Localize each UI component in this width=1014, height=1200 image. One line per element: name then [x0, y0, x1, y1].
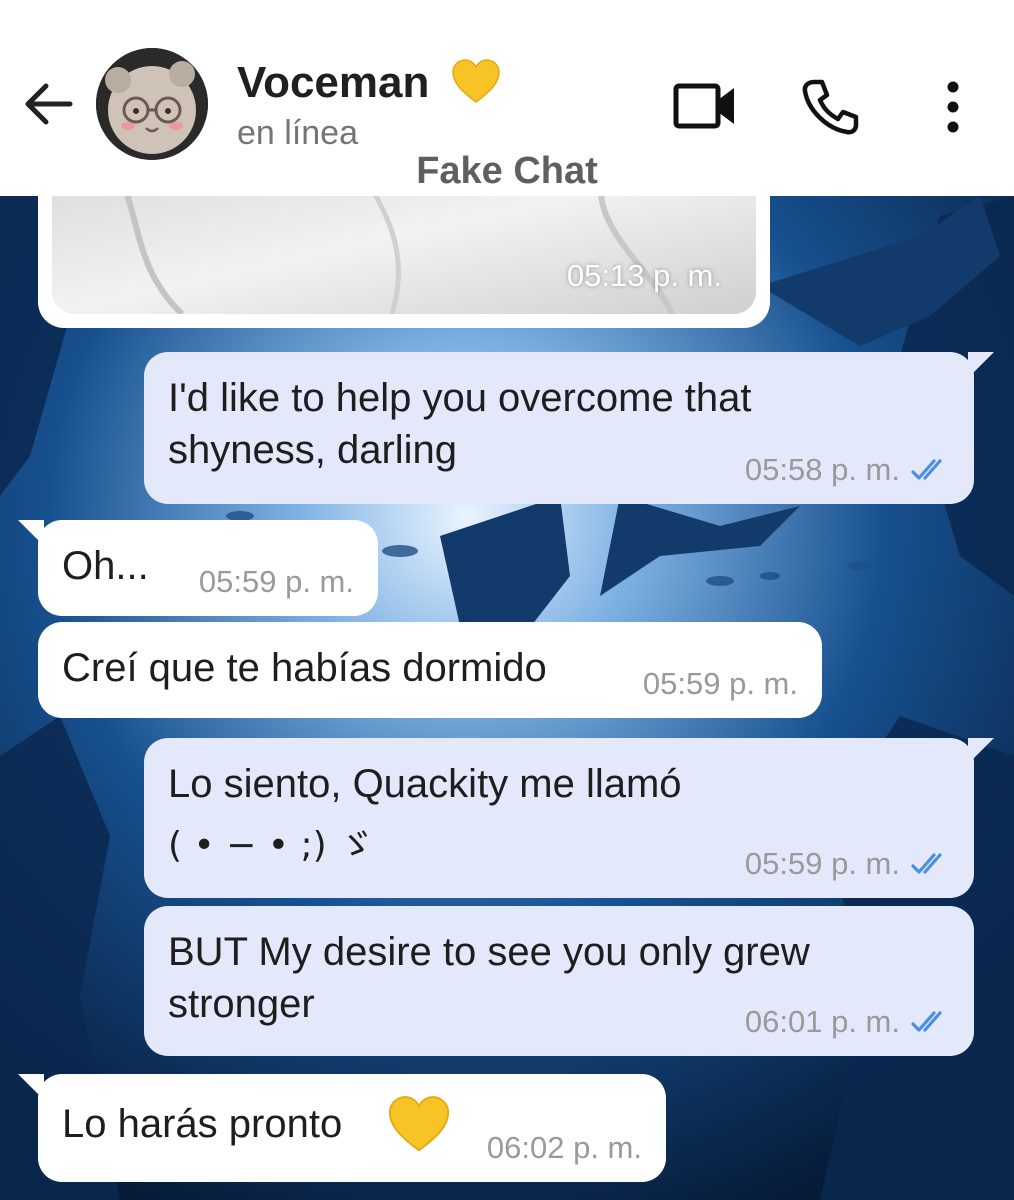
yellow-heart-icon — [388, 1096, 450, 1152]
video-call-button[interactable] — [672, 80, 738, 132]
chat-header: Voceman en línea Fake Chat — [0, 0, 1014, 196]
message-time: 05:59 p. m. — [642, 666, 798, 701]
message-time: 06:02 p. m. — [486, 1130, 642, 1165]
message-meta: 05:59 p. m. — [643, 666, 798, 702]
message-bubble-outgoing[interactable]: BUT My desire to see you only grew stron… — [144, 906, 974, 1056]
shared-image-preview — [52, 196, 756, 314]
arrow-left-icon — [25, 83, 73, 125]
message-text: stronger — [168, 982, 315, 1026]
bubble-tail — [968, 738, 994, 764]
message-bubble-outgoing[interactable]: I'd like to help you overcome that shyne… — [144, 352, 994, 504]
message-meta: 06:02 p. m. — [487, 1130, 642, 1166]
message-time: 06:01 p. m. — [744, 1004, 900, 1039]
message-time: 05:58 p. m. — [744, 452, 900, 487]
double-check-icon — [911, 853, 942, 874]
voice-call-button[interactable] — [800, 78, 860, 136]
bubble-tail — [18, 520, 44, 546]
contact-name[interactable]: Voceman — [237, 58, 429, 108]
message-text: Lo harás pronto — [62, 1102, 343, 1146]
message-bubble-incoming[interactable]: Lo harás pronto 06:02 p. m. — [18, 1074, 666, 1182]
more-vertical-icon — [947, 81, 959, 133]
bubble-tail — [968, 352, 994, 378]
message-bubble-incoming[interactable]: Creí que te habías dormido 05:59 p. m. — [38, 622, 822, 718]
message-time: 05:59 p. m. — [198, 564, 354, 599]
message-meta: 05:58 p. m. — [745, 452, 950, 488]
message-text: I'd like to help you overcome that — [168, 376, 752, 420]
message-text: Lo siento, Quackity me llamó — [168, 762, 682, 806]
phone-icon — [802, 79, 859, 135]
bubble-tail — [18, 1074, 44, 1100]
message-time: 05:59 p. m. — [744, 846, 900, 881]
double-check-icon — [911, 459, 942, 480]
chat-area[interactable]: 05:13 p. m. I'd like to help you overcom… — [0, 196, 1014, 1200]
chat-subtitle: Fake Chat — [416, 150, 598, 192]
message-meta: 05:59 p. m. — [199, 564, 354, 600]
message-text: ( • − • ;) ゞ — [168, 825, 375, 866]
message-bubble-outgoing[interactable]: Lo siento, Quackity me llamó ( • − • ;) … — [144, 738, 994, 898]
image-message[interactable]: 05:13 p. m. — [38, 196, 770, 328]
yellow-heart-icon — [452, 59, 500, 103]
double-check-icon — [911, 1011, 942, 1032]
message-text: shyness, darling — [168, 428, 458, 472]
message-text: Creí que te habías dormido — [62, 646, 547, 690]
more-options-button[interactable] — [930, 78, 976, 136]
contact-status: en línea — [237, 114, 358, 152]
message-text: BUT My desire to see you only grew — [168, 930, 810, 974]
message-bubble-incoming[interactable]: Oh... 05:59 p. m. — [18, 520, 378, 616]
message-text: Oh... — [62, 544, 149, 588]
avatar[interactable] — [96, 48, 208, 160]
message-meta: 06:01 p. m. — [745, 1004, 950, 1040]
video-camera-icon — [673, 83, 734, 129]
avatar-image — [96, 48, 208, 160]
message-meta: 05:59 p. m. — [745, 846, 950, 882]
message-time: 05:13 p. m. — [566, 258, 722, 293]
back-button[interactable] — [20, 76, 76, 132]
shared-image[interactable]: 05:13 p. m. — [52, 196, 756, 314]
